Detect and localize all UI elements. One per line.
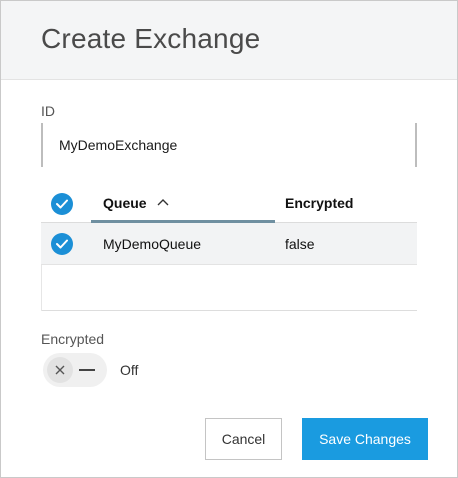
- toggle-track-dash: [79, 369, 95, 371]
- chevron-up-icon[interactable]: [157, 197, 169, 207]
- toggle-knob: [47, 357, 73, 383]
- save-changes-button[interactable]: Save Changes: [302, 418, 428, 460]
- column-header-queue[interactable]: Queue: [103, 195, 147, 211]
- id-input[interactable]: MyDemoExchange: [41, 123, 417, 167]
- table-header: Queue Encrypted: [41, 181, 417, 223]
- x-icon: [55, 365, 65, 375]
- column-header-encrypted[interactable]: Encrypted: [285, 195, 353, 211]
- cancel-button[interactable]: Cancel: [205, 418, 282, 460]
- create-exchange-dialog: Create Exchange ID MyDemoExchange Queue …: [0, 0, 458, 478]
- encrypted-toggle[interactable]: [43, 353, 107, 387]
- row-queue-name: MyDemoQueue: [103, 236, 202, 252]
- id-input-value: MyDemoExchange: [59, 137, 178, 153]
- encrypted-label: Encrypted: [41, 331, 105, 347]
- table-divider: [41, 265, 42, 311]
- queue-table: Queue Encrypted MyDemoQueue false: [41, 181, 417, 311]
- row-select-check-icon[interactable]: [51, 233, 73, 255]
- dialog-header: Create Exchange: [1, 1, 457, 80]
- table-row[interactable]: MyDemoQueue false: [41, 223, 417, 265]
- encrypted-state-text: Off: [120, 362, 139, 378]
- row-encrypted-value: false: [285, 236, 315, 252]
- dialog-title: Create Exchange: [41, 23, 261, 54]
- select-all-check-icon[interactable]: [51, 193, 73, 215]
- id-label: ID: [41, 103, 55, 119]
